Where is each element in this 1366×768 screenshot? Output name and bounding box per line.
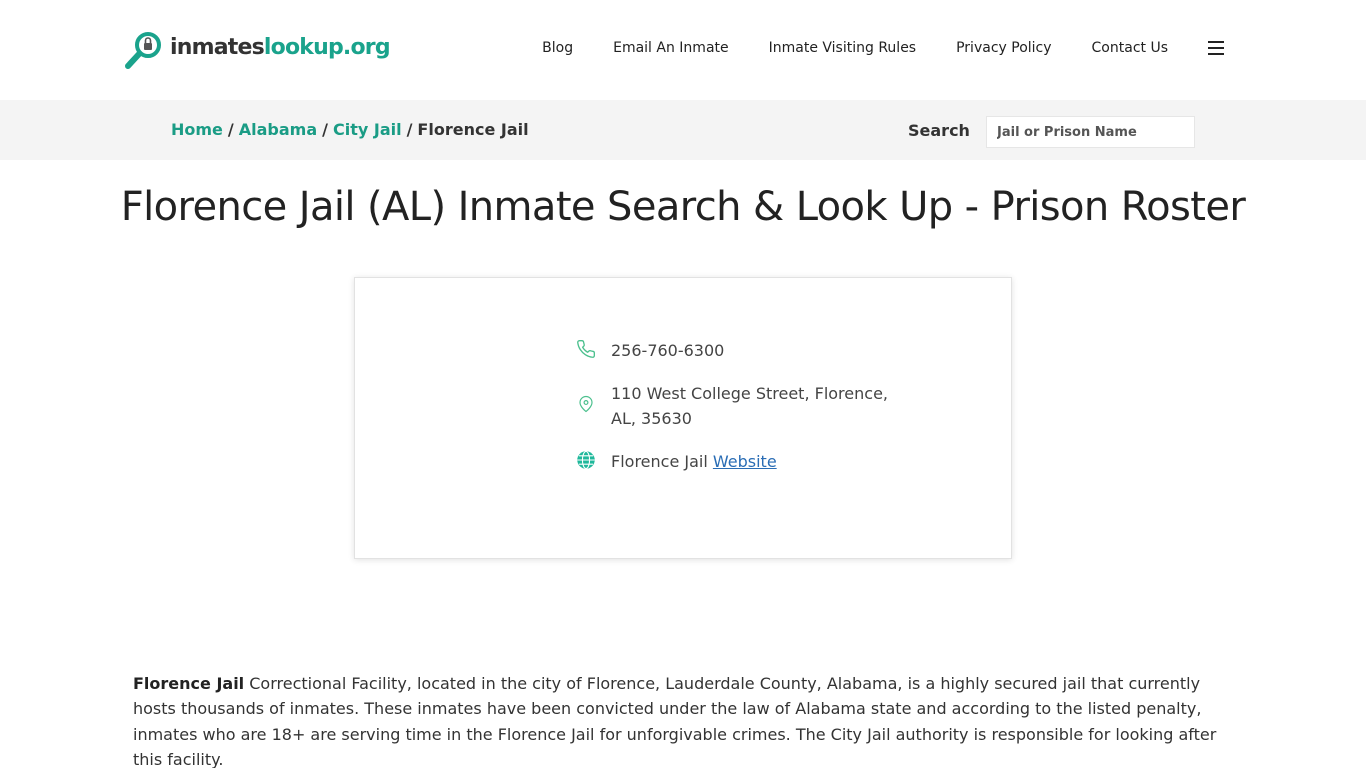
phone-icon [575,338,597,360]
breadcrumb-alabama[interactable]: Alabama [239,120,317,139]
magnifier-lock-icon [124,30,164,72]
main-nav: Blog Email An Inmate Inmate Visiting Rul… [542,40,1224,56]
page-title: Florence Jail (AL) Inmate Search & Look … [120,184,1246,230]
logo-wordmark: inmateslookup.org [170,34,391,60]
breadcrumb-separator: / [227,120,234,139]
globe-icon [575,449,597,471]
hamburger-icon[interactable] [1208,41,1224,55]
address-text: 110 West College Street, Florence, AL, 3… [611,384,888,428]
address-row: 110 West College Street, Florence, AL, 3… [575,381,911,431]
map-pin-icon [575,393,597,415]
facility-card: 256-760-6300 110 West College Street, Fl… [354,277,1012,559]
site-header: inmateslookup.org Blog Email An Inmate I… [0,0,1366,100]
description-facility-name: Florence Jail [133,674,245,693]
search-label: Search [908,121,970,140]
breadcrumb-bar: Home / Alabama / City Jail / Florence Jail Sea… [0,100,1366,160]
search-input[interactable] [986,116,1195,148]
description-text: Correctional Facility, located in the ci… [133,674,1217,768]
phone-number[interactable]: 256-760-6300 [611,338,724,363]
breadcrumb-home[interactable]: Home [171,120,223,139]
nav-inmate-visiting-rules[interactable]: Inmate Visiting Rules [769,40,916,56]
website-text: Florence Jail Website [611,449,777,474]
nav-privacy-policy[interactable]: Privacy Policy [956,40,1051,56]
breadcrumb: Home / Alabama / City Jail / Florence Jail [171,120,529,139]
nav-email-an-inmate[interactable]: Email An Inmate [613,40,729,56]
facility-description: Florence Jail Correctional Facility, loc… [133,671,1233,768]
website-link[interactable]: Website [713,452,777,471]
phone-row: 256-760-6300 [575,338,724,363]
breadcrumb-city-jail[interactable]: City Jail [333,120,402,139]
breadcrumb-current: Florence Jail [417,120,529,139]
breadcrumb-separator: / [406,120,413,139]
site-logo[interactable]: inmateslookup.org [124,30,391,72]
website-row: Florence Jail Website [575,449,777,474]
nav-blog[interactable]: Blog [542,40,573,56]
website-prefix: Florence Jail [611,452,708,471]
breadcrumb-separator: / [322,120,328,139]
nav-contact-us[interactable]: Contact Us [1092,40,1168,56]
